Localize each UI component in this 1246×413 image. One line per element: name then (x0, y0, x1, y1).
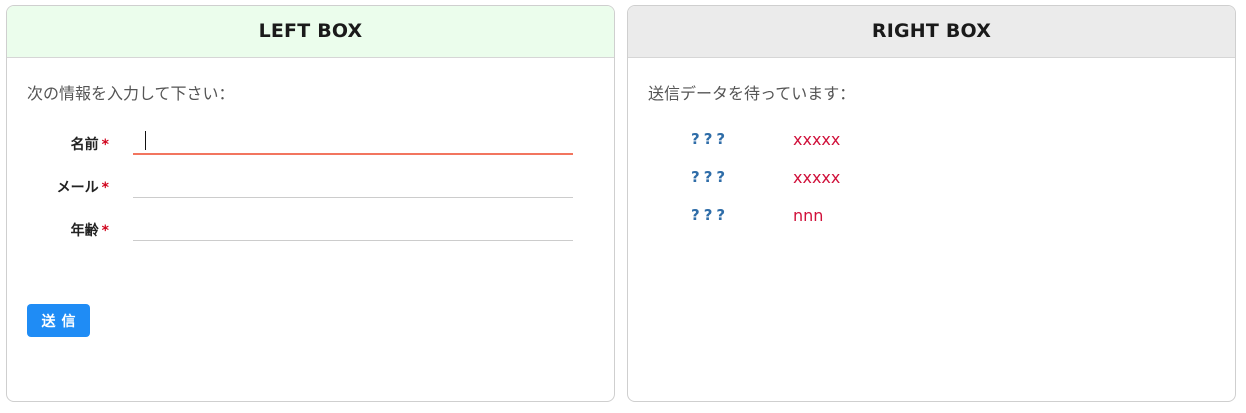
email-input[interactable] (133, 170, 573, 198)
right-box: RIGHT BOX 送信データを待っています： ??? xxxxx ??? xx… (627, 5, 1236, 402)
age-label-text: 年齢 (70, 223, 99, 239)
email-label-text: メール (56, 180, 99, 196)
left-box-intro: 次の情報を入力して下さい： (27, 84, 235, 103)
age-input[interactable] (133, 213, 573, 241)
result-key: ??? (691, 130, 730, 148)
left-box-title: LEFT BOX (7, 6, 614, 58)
age-field-label: 年齢 * (17, 220, 109, 240)
email-field-label: メール * (17, 177, 109, 197)
required-marker: * (101, 137, 109, 153)
required-marker: * (101, 223, 109, 239)
page: LEFT BOX 次の情報を入力して下さい： 名前 * メール * 年齢 * 送信 R… (0, 0, 1246, 413)
result-value: nnn (793, 206, 824, 225)
left-box: LEFT BOX 次の情報を入力して下さい： 名前 * メール * 年齢 * 送信 (6, 5, 615, 402)
required-marker: * (101, 180, 109, 196)
right-box-title: RIGHT BOX (628, 6, 1235, 58)
result-key: ??? (691, 206, 730, 224)
submit-button[interactable]: 送信 (27, 304, 90, 337)
name-field-label: 名前 * (17, 134, 109, 154)
result-value: xxxxx (793, 168, 841, 187)
result-key: ??? (691, 168, 730, 186)
right-box-intro: 送信データを待っています： (648, 84, 856, 103)
result-value: xxxxx (793, 130, 841, 149)
name-input[interactable] (133, 127, 573, 155)
text-caret (145, 131, 146, 150)
name-label-text: 名前 (70, 137, 99, 153)
